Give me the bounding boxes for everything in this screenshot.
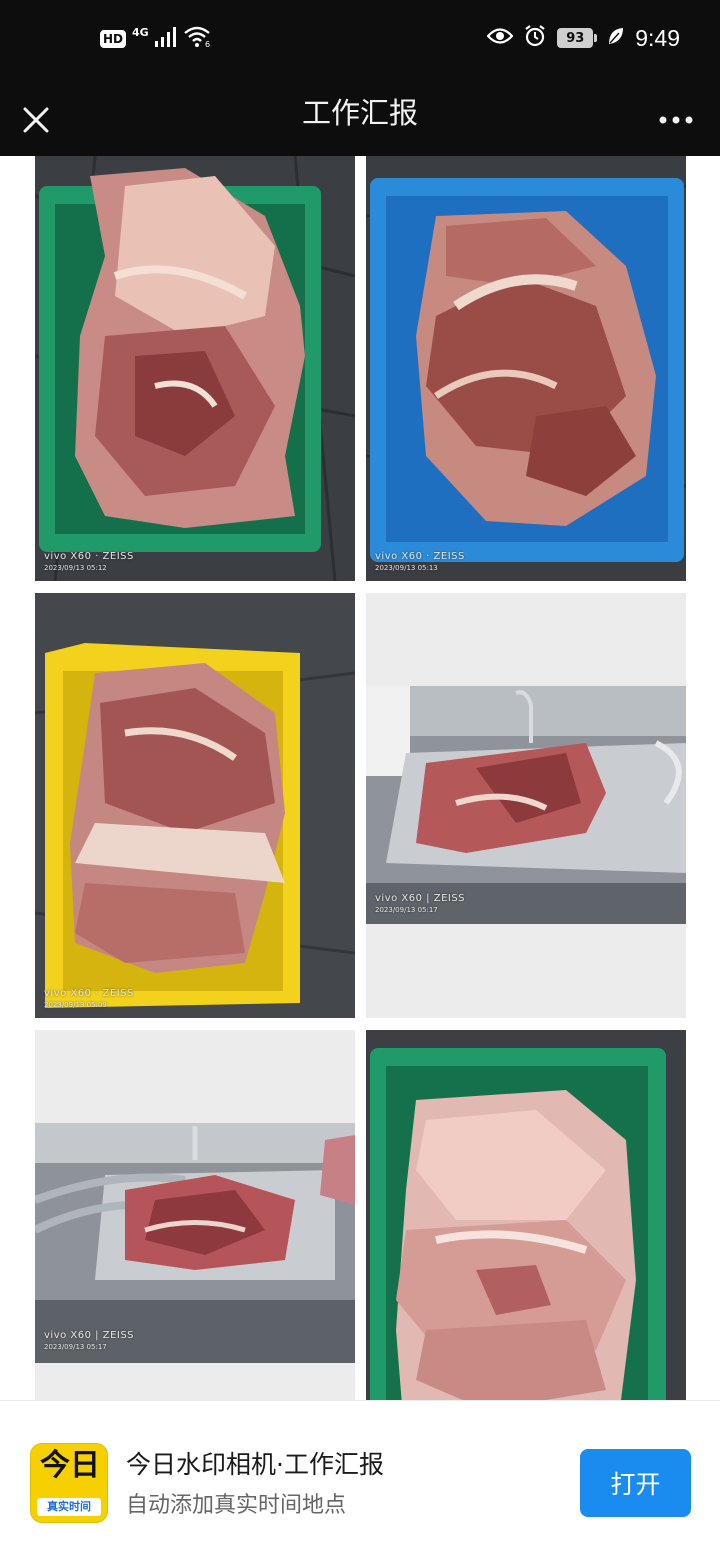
- app-promo-banner[interactable]: 今日 真实时间 今日水印相机·工作汇报 自动添加真实时间地点 打开: [0, 1400, 720, 1560]
- open-app-button[interactable]: 打开: [580, 1449, 691, 1517]
- status-right: 93 9:49: [486, 24, 680, 52]
- photo-2-image: [366, 156, 686, 581]
- photo-1[interactable]: vivo X60 · ZEISS 2023/09/13 05:12: [35, 156, 355, 581]
- app-logo-icon: 今日 真实时间: [30, 1443, 108, 1523]
- photo-3-date: 2023/09/13 05:09: [44, 1001, 107, 1009]
- leaf-icon: [607, 26, 625, 50]
- photo-4-image: [366, 593, 686, 1018]
- photo-3[interactable]: vivo X60 · ZEISS 2023/09/13 05:09: [35, 593, 355, 1018]
- app-logo-text: 今日: [40, 1448, 100, 1483]
- status-left: HD 4G 6: [100, 26, 213, 52]
- battery-body: 93: [557, 28, 594, 48]
- close-icon: [23, 107, 49, 133]
- more-button[interactable]: [654, 100, 698, 140]
- photo-4-brand: vivo X60 | ZEISS: [375, 893, 466, 904]
- wifi-icon: 6: [183, 26, 213, 52]
- photo-4[interactable]: vivo X60 | ZEISS 2023/09/13 05:17: [366, 593, 686, 1018]
- photo-grid: vivo X60 · ZEISS 2023/09/13 05:12 vivo X…: [0, 156, 720, 1400]
- photo-1-date: 2023/09/13 05:12: [44, 564, 107, 572]
- battery-icon: 93: [557, 28, 598, 48]
- photo-1-watermark: vivo X60 · ZEISS 2023/09/13 05:12: [44, 551, 134, 572]
- network-type-label: 4G: [132, 25, 149, 39]
- eye-icon: [486, 26, 514, 50]
- photo-5-watermark: vivo X60 | ZEISS 2023/09/13 05:17: [44, 1330, 134, 1351]
- more-icon: [659, 116, 693, 124]
- photo-2[interactable]: vivo X60 · ZEISS 2023/09/13 05:13: [366, 156, 686, 581]
- app-logo-subtext: 真实时间: [37, 1498, 101, 1516]
- battery-level: 93: [566, 30, 585, 46]
- photo-1-brand: vivo X60 · ZEISS: [44, 551, 134, 562]
- nav-bar: 工作汇报: [0, 84, 720, 156]
- photo-4-watermark: vivo X60 | ZEISS 2023/09/13 05:17: [375, 893, 465, 914]
- screen: HD 4G 6 93 9:49 工作汇报 vivo X60 · ZEISS 20…: [0, 0, 720, 1560]
- hd-badge: HD: [100, 30, 127, 48]
- photo-2-watermark: vivo X60 · ZEISS 2023/09/13 05:13: [375, 551, 465, 572]
- photo-6[interactable]: [366, 1030, 686, 1400]
- app-description: 自动添加真实时间地点: [126, 1493, 347, 1518]
- photo-1-image: [35, 156, 355, 581]
- status-bar: HD 4G 6 93 9:49: [0, 0, 720, 84]
- alarm-icon: [523, 24, 547, 52]
- close-button[interactable]: [16, 94, 56, 146]
- page-title: 工作汇报: [301, 96, 418, 130]
- app-name: 今日水印相机·工作汇报: [126, 1450, 384, 1479]
- clock: 9:49: [635, 24, 680, 51]
- photo-2-brand: vivo X60 · ZEISS: [375, 551, 465, 562]
- photo-3-image: [35, 593, 355, 1018]
- photo-2-date: 2023/09/13 05:13: [375, 564, 438, 572]
- wifi-band-label: 6: [205, 40, 210, 48]
- photo-5-brand: vivo X60 | ZEISS: [44, 1330, 135, 1341]
- battery-tip: [594, 34, 598, 42]
- photo-5[interactable]: vivo X60 | ZEISS 2023/09/13 05:17: [35, 1030, 355, 1400]
- photo-4-date: 2023/09/13 05:17: [375, 906, 438, 914]
- photo-3-watermark: vivo X60 · ZEISS 2023/09/13 05:09: [44, 988, 134, 1009]
- photo-3-brand: vivo X60 · ZEISS: [44, 988, 134, 999]
- signal-icon: [154, 27, 177, 51]
- photo-6-image: [366, 1030, 686, 1400]
- photo-5-date: 2023/09/13 05:17: [44, 1343, 107, 1351]
